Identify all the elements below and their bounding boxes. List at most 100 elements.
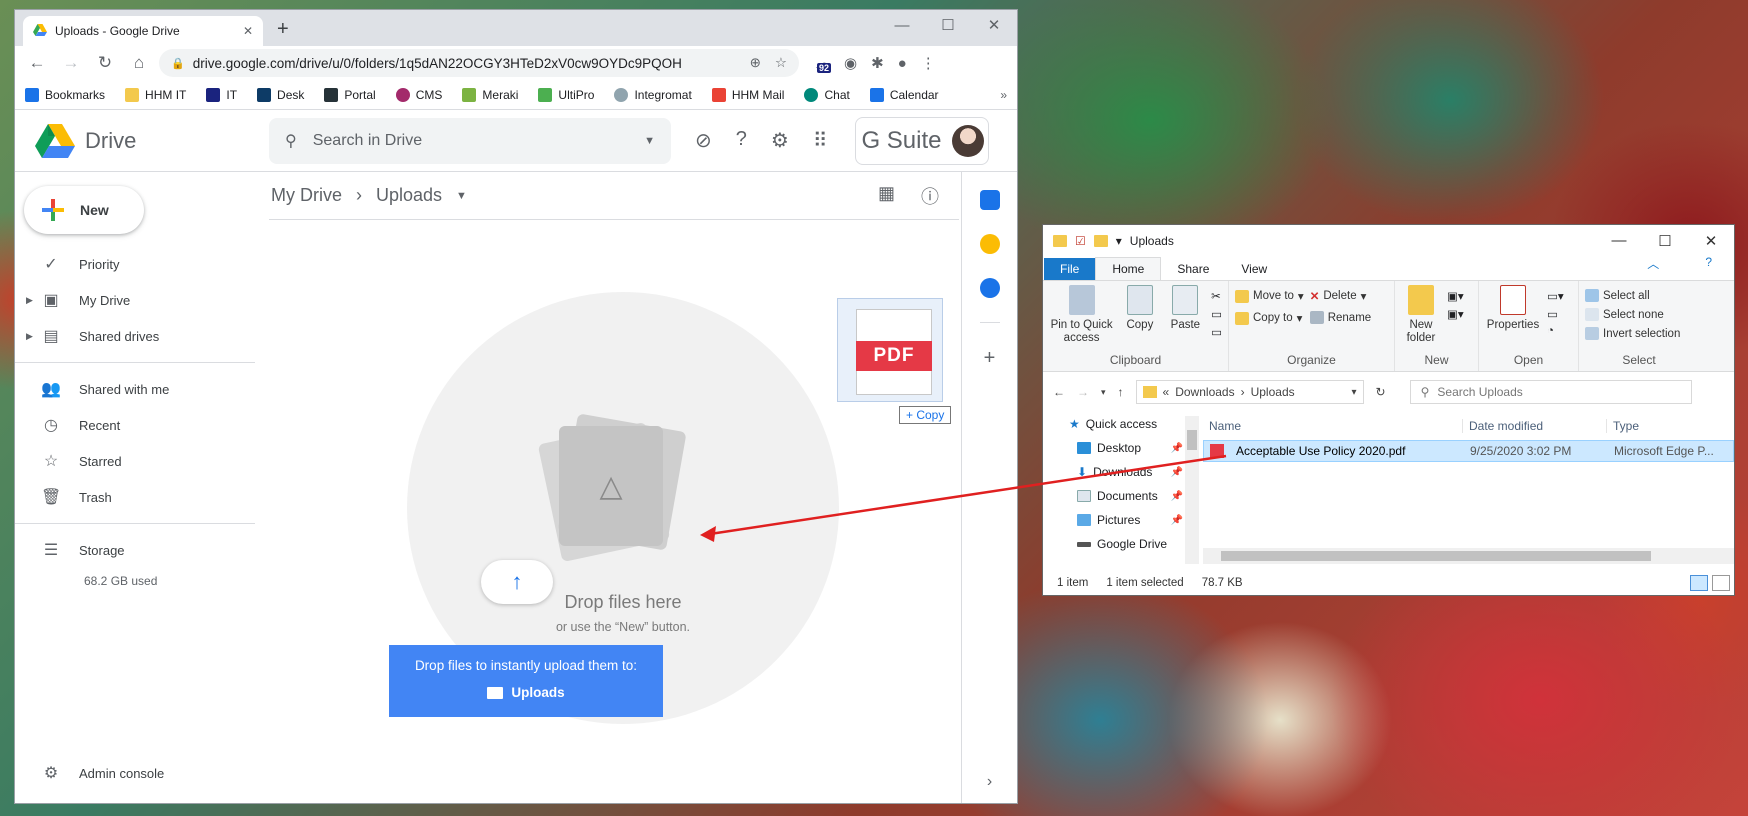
close-window-icon[interactable]: ✕ <box>971 10 1017 40</box>
delete-button[interactable]: ✕ Delete ▾ <box>1310 289 1371 303</box>
sidebar-item-shared-drives[interactable]: ▶ ▤ Shared drives <box>15 318 255 354</box>
maximize-icon[interactable]: ☐ <box>925 10 971 40</box>
bookmark-item[interactable]: Portal <box>324 87 376 102</box>
tree-scrollbar[interactable] <box>1185 416 1199 564</box>
install-icon[interactable]: ⊕ <box>750 55 761 71</box>
help-icon[interactable]: ? <box>736 128 747 153</box>
back-icon[interactable]: ← <box>23 53 51 73</box>
bookmark-star-icon[interactable]: ☆ <box>775 55 787 71</box>
reload-icon[interactable]: ↻ <box>91 53 119 73</box>
column-name[interactable]: Name <box>1203 419 1463 433</box>
chevron-down-icon[interactable]: ▾ <box>1352 387 1357 398</box>
sidebar-item-trash[interactable]: 🗑 Trash <box>15 479 255 515</box>
collapse-ribbon-icon[interactable]: ︿ <box>1631 251 1675 276</box>
quick-access-toolbar-icon[interactable]: ☑ <box>1075 234 1086 248</box>
path-uploads[interactable]: Uploads <box>1251 385 1295 399</box>
offline-check-icon[interactable]: ⊘ <box>695 128 712 153</box>
bookmark-item[interactable]: CMS <box>395 87 442 102</box>
file-row[interactable]: Acceptable Use Policy 2020.pdf 9/25/2020… <box>1203 440 1734 462</box>
copy-to-button[interactable]: Copy to ▾ <box>1235 311 1304 325</box>
breadcrumb-uploads[interactable]: Uploads <box>376 185 442 206</box>
tree-item-downloads[interactable]: ⬇ Downloads 📌 <box>1043 460 1201 484</box>
bookmark-item[interactable]: Calendar <box>869 87 939 102</box>
tab-share[interactable]: Share <box>1161 258 1225 280</box>
breadcrumb-my-drive[interactable]: My Drive <box>271 185 342 206</box>
scroll-thumb[interactable] <box>1221 551 1651 561</box>
back-icon[interactable]: ← <box>1053 385 1065 399</box>
bookmark-item[interactable]: Desk <box>257 87 304 102</box>
select-all-button[interactable]: Select all <box>1585 289 1680 302</box>
chevron-right-icon[interactable]: › <box>987 773 992 791</box>
scroll-thumb[interactable] <box>1187 430 1197 450</box>
profile-icon[interactable]: ● <box>898 55 907 72</box>
rename-button[interactable]: Rename <box>1309 311 1371 324</box>
minimize-icon[interactable]: — <box>879 10 925 40</box>
expand-icon[interactable]: ▶ <box>26 295 33 306</box>
column-type[interactable]: Type <box>1607 419 1727 433</box>
explorer-search-input[interactable]: ⚲ Search Uploads <box>1409 380 1692 404</box>
more-bookmarks-icon[interactable]: » <box>1000 88 1007 102</box>
sidebar-item-priority[interactable]: ✓ Priority <box>15 246 255 282</box>
bookmark-item[interactable]: IT <box>206 87 237 102</box>
expand-icon[interactable]: ▶ <box>26 331 33 342</box>
bookmark-item[interactable]: HHM Mail <box>711 87 784 102</box>
recent-locations-icon[interactable]: ▾ <box>1101 387 1106 398</box>
path-downloads[interactable]: Downloads <box>1175 385 1234 399</box>
search-options-icon[interactable]: ▼ <box>644 135 655 147</box>
forward-icon[interactable]: → <box>1077 385 1089 399</box>
bookmark-item[interactable]: Meraki <box>462 87 518 102</box>
tree-item-pictures[interactable]: Pictures 📌 <box>1043 508 1201 532</box>
chevron-down-icon[interactable]: ▾ <box>1116 234 1122 248</box>
sidebar-item-storage[interactable]: ☰ Storage <box>15 532 255 568</box>
new-item-icon[interactable]: ▣▾ <box>1447 289 1464 303</box>
explorer-address-bar[interactable]: « Downloads › Uploads ▾ <box>1135 380 1364 404</box>
file-list-scrollbar[interactable] <box>1203 548 1734 564</box>
details-view-icon[interactable] <box>1690 575 1708 591</box>
extension-icon[interactable]: ◉ <box>844 54 857 72</box>
refresh-icon[interactable]: ↻ <box>1376 385 1386 399</box>
tree-item-google-drive[interactable]: Google Drive <box>1043 532 1201 556</box>
move-to-button[interactable]: Move to ▾ <box>1235 289 1304 303</box>
tree-item-documents[interactable]: Documents 📌 <box>1043 484 1201 508</box>
chevron-down-icon[interactable]: ▼ <box>456 190 467 202</box>
tasks-icon[interactable] <box>979 278 1000 298</box>
keep-icon[interactable] <box>979 234 1000 254</box>
select-none-button[interactable]: Select none <box>1585 308 1680 321</box>
bookmark-item[interactable]: Bookmarks <box>25 87 105 102</box>
address-bar[interactable]: 🔒 drive.google.com/drive/u/0/folders/1q5… <box>159 49 799 77</box>
tab-view[interactable]: View <box>1225 258 1283 280</box>
cut-icon[interactable]: ✂ <box>1211 289 1222 303</box>
menu-icon[interactable]: ⋮ <box>921 54 936 72</box>
invert-selection-button[interactable]: Invert selection <box>1585 327 1680 340</box>
puzzle-icon[interactable]: ✱ <box>871 54 884 72</box>
new-button[interactable]: New <box>24 186 144 234</box>
extension-badge-icon[interactable]: ☁92 <box>815 54 832 73</box>
sidebar-item-recent[interactable]: ◷ Recent <box>15 407 255 443</box>
bookmark-item[interactable]: Integromat <box>614 87 692 102</box>
up-icon[interactable]: ↑ <box>1118 385 1124 399</box>
copy-path-icon[interactable]: ▭ <box>1211 307 1222 321</box>
paste-shortcut-icon[interactable]: ▭ <box>1211 325 1222 339</box>
new-tab-icon[interactable]: + <box>277 18 289 41</box>
column-date-modified[interactable]: Date modified <box>1463 419 1607 433</box>
edit-icon[interactable]: ▭ <box>1547 307 1564 321</box>
tree-item-desktop[interactable]: Desktop 📌 <box>1043 436 1201 460</box>
large-icons-view-icon[interactable] <box>1712 575 1730 591</box>
help-icon[interactable]: ? <box>1689 251 1728 276</box>
easy-access-icon[interactable]: ▣▾ <box>1447 307 1464 321</box>
bookmark-item[interactable]: HHM IT <box>125 87 186 102</box>
tab-home[interactable]: Home <box>1095 257 1162 280</box>
open-icon[interactable]: ▭▾ <box>1547 289 1564 303</box>
sidebar-item-starred[interactable]: ☆ Starred <box>15 443 255 479</box>
tab-file[interactable]: File <box>1044 258 1096 280</box>
settings-icon[interactable]: ⚙ <box>771 128 789 153</box>
bookmark-item[interactable]: Chat <box>804 87 850 102</box>
bookmark-item[interactable]: UltiPro <box>538 87 594 102</box>
apps-grid-icon[interactable]: ⠿ <box>813 128 828 153</box>
tree-item-quick-access[interactable]: ★ Quick access <box>1043 412 1201 436</box>
sidebar-item-my-drive[interactable]: ▶ ▣ My Drive <box>15 282 255 318</box>
forward-icon[interactable]: → <box>57 53 85 73</box>
add-addon-icon[interactable]: + <box>984 347 996 370</box>
sidebar-item-shared-with-me[interactable]: 👥 Shared with me <box>15 371 255 407</box>
calendar-icon[interactable] <box>979 190 1000 210</box>
